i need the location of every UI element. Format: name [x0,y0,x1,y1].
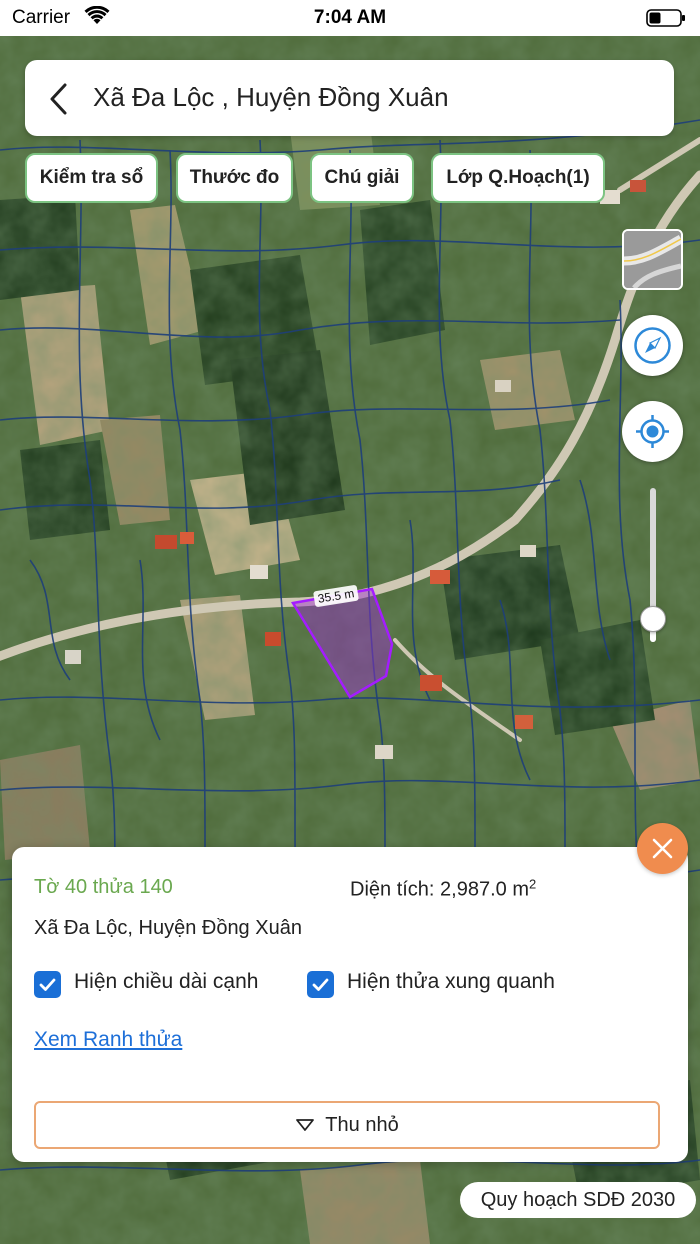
checkmark-icon [312,978,329,991]
measure-button[interactable]: Thước đo [176,153,293,203]
header-card: Xã Đa Lộc , Huyện Đồng Xuân [25,60,674,136]
show-neighbor-parcels-label[interactable]: Hiện thửa xung quanh [347,970,555,994]
chevron-left-icon[interactable] [47,82,71,116]
page-title: Xã Đa Lộc , Huyện Đồng Xuân [93,82,449,112]
layer-toggle-button[interactable] [622,229,683,290]
close-icon [652,838,673,859]
legend-button[interactable]: Chú giải [310,153,414,203]
compass-icon [634,327,671,364]
parcel-area-superscript: 2 [528,876,537,891]
battery-icon [646,9,685,27]
road-layer-icon [624,231,681,288]
check-book-button[interactable]: Kiểm tra sổ [25,153,158,203]
locate-button[interactable] [622,401,683,462]
planning-map-badge[interactable]: Quy hoạch SDĐ 2030 [460,1182,696,1218]
parcel-area: Diện tích: 2,987.0 m2 [350,876,536,902]
triangle-down-icon [296,1119,315,1131]
close-panel-button[interactable] [637,823,688,874]
show-edge-length-label[interactable]: Hiện chiều dài cạnh [74,970,258,994]
collapse-button[interactable]: Thu nhỏ [34,1101,660,1149]
status-bar: Carrier 7:04 AM [0,0,700,36]
parcel-info-panel: Tờ 40 thửa 140 Diện tích: 2,987.0 m2 Xã … [12,847,688,1162]
status-time: 7:04 AM [313,7,387,28]
show-edge-length-checkbox[interactable] [34,971,61,998]
parcel-area-text: Diện tích: 2,987.0 m [350,878,529,901]
zoom-slider-thumb[interactable] [640,606,666,632]
show-neighbor-parcels-checkbox[interactable] [307,971,334,998]
compass-button[interactable] [622,315,683,376]
parcel-id: Tờ 40 thửa 140 [34,876,173,898]
planning-layer-button[interactable]: Lớp Q.Hoạch(1) [431,153,605,203]
checkmark-icon [39,978,56,991]
view-boundary-link[interactable]: Xem Ranh thửa [34,1028,182,1052]
locate-icon [636,415,669,448]
collapse-label: Thu nhỏ [325,1113,399,1136]
parcel-location: Xã Đa Lộc, Huyện Đồng Xuân [34,917,302,939]
